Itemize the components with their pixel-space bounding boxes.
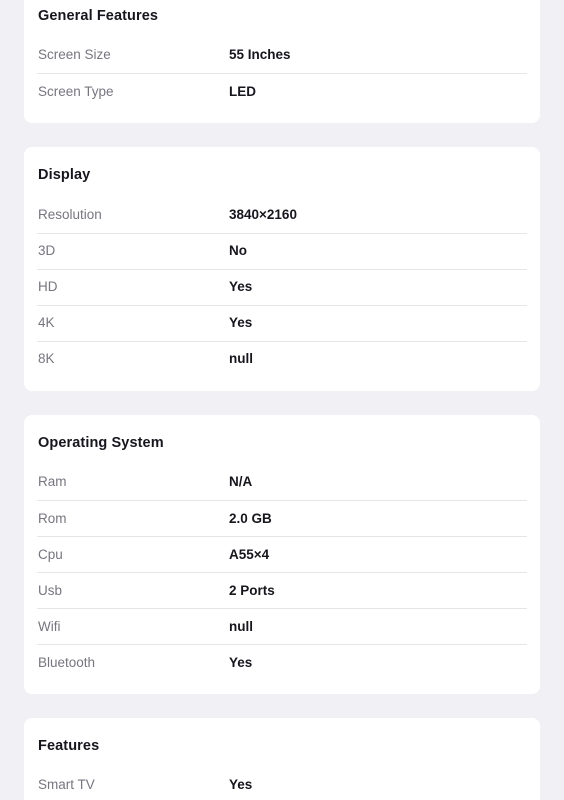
spec-row-list: Ram N/A Rom 2.0 GB Cpu A55×4 Usb 2 Ports Wifi nul… [37,464,527,694]
spec-row-hd: HD Yes [37,268,527,305]
spec-row-rom: Rom 2.0 GB [37,500,527,536]
spec-value: Yes [229,315,253,331]
spec-row-usb: Usb 2 Ports [37,572,527,608]
spec-row-list: Resolution 3840×2160 3D No HD Yes 4K Yes 8K null [37,197,527,391]
spec-label: Usb [38,582,63,598]
spec-row-list: Screen Size 55 Inches Screen Type LED [37,37,527,123]
spec-row-list: Smart TV Yes [37,768,527,800]
spec-card-display: Display Resolution 3840×2160 3D No HD Yes 4K Yes… [24,147,540,391]
spec-row-4k: 4K Yes [37,304,527,341]
spec-value: 2 Ports [229,582,275,598]
spec-label: Bluetooth [38,654,96,670]
spec-row-3d: 3D No [37,232,527,269]
spec-label: Screen Size [38,47,111,63]
spec-label: Ram [38,474,67,490]
spec-value: null [229,618,253,634]
spec-card-title: Display [38,167,91,184]
spec-card-title: Features [38,738,100,755]
spec-row-screen-type: Screen Type LED [37,73,527,109]
spec-card-title: Operating System [38,434,164,451]
spec-value: No [229,243,247,259]
spec-value: null [229,351,253,367]
spec-row-screen-size: Screen Size 55 Inches [37,37,527,73]
spec-value: 3840×2160 [229,206,297,222]
spec-value: 55 Inches [229,47,291,63]
spec-row-wifi: Wifi null [37,608,527,644]
spec-card-features: Features Smart TV Yes [24,718,540,800]
spec-value: Yes [229,777,253,793]
spec-label: Cpu [38,546,63,562]
spec-label: HD [38,279,58,295]
spec-label: 3D [38,243,56,259]
specifications-page: General Features Screen Size 55 Inches Scre… [0,0,564,800]
spec-label: 4K [38,315,55,331]
spec-row-cpu: Cpu A55×4 [37,536,527,572]
spec-card-title: General Features [38,8,159,24]
spec-row-bluetooth: Bluetooth Yes [37,644,527,680]
spec-row-smart-tv: Smart TV Yes [37,768,527,800]
spec-label: 8K [38,351,55,367]
spec-label: Rom [38,510,67,526]
spec-value: Yes [229,279,253,295]
spec-row-ram: Ram N/A [37,464,527,500]
spec-value: 2.0 GB [229,510,272,526]
spec-value: N/A [229,474,253,490]
spec-value: A55×4 [229,546,270,562]
spec-label: Smart TV [38,777,95,793]
spec-card-operating-system: Operating System Ram N/A Rom 2.0 GB Cpu A55×4 U… [24,414,540,695]
spec-card-general-features: General Features Screen Size 55 Inches Scre… [24,0,540,124]
spec-row-8k: 8K null [37,340,527,377]
spec-value: LED [229,83,256,99]
spec-value: Yes [229,654,253,670]
spec-label: Resolution [38,206,102,222]
spec-label: Wifi [38,618,61,634]
spec-label: Screen Type [38,83,114,99]
spec-row-resolution: Resolution 3840×2160 [37,197,527,233]
